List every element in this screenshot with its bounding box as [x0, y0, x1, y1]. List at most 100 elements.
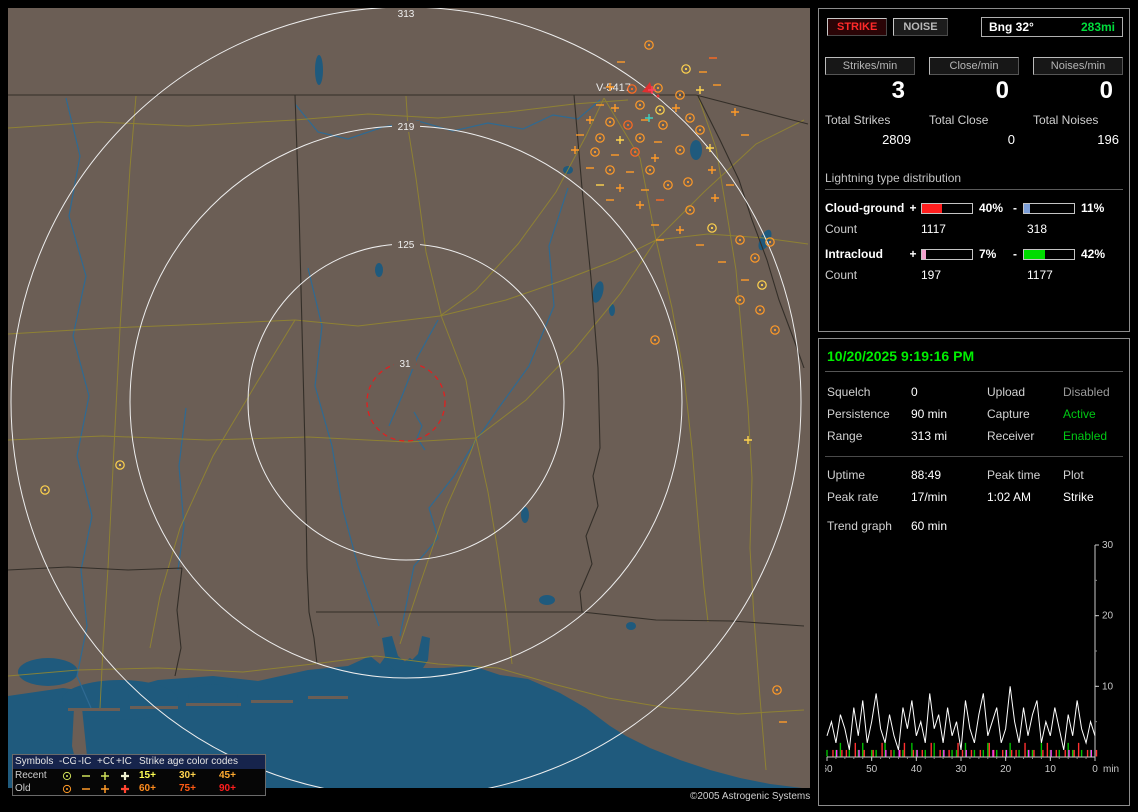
trend-graph: 60 50 40 30 20 10 0 30 20 10 min: [825, 540, 1119, 775]
strike-cg-dot: [678, 148, 682, 152]
neg-ic-old-icon: [76, 783, 95, 795]
legend-old-label: Old: [15, 783, 31, 794]
age-codes-recent: 15+ 30+ 45+: [135, 770, 265, 781]
persistence-value: 90 min: [911, 407, 948, 421]
peak-time-label: Peak time: [987, 468, 1041, 482]
svg-text:20: 20: [1102, 611, 1114, 622]
svg-text:10: 10: [1045, 764, 1057, 775]
plus-sign: +: [909, 247, 917, 261]
ic-positive-gauge: [921, 248, 973, 260]
pos-ic-old-icon: [114, 783, 135, 795]
cg-positive-gauge: [921, 202, 973, 214]
svg-text:10: 10: [1102, 681, 1114, 692]
legend-col-pos-cg: +CG: [95, 755, 118, 769]
strike-cg-dot: [608, 168, 612, 172]
trend-window-value: 60 min: [911, 519, 948, 533]
age-codes-old: 60+ 75+ 90+: [135, 783, 265, 794]
age-code: 45+: [219, 770, 236, 781]
legend-symbols-header: Symbols: [13, 755, 57, 769]
ic-negative-pct: 42%: [1081, 247, 1106, 261]
range-value: 313 mi: [911, 429, 948, 443]
intracloud-count-row: Count 197 1177: [825, 268, 1123, 282]
strike-cg-dot: [118, 463, 122, 467]
ic-positive-pct: 7%: [979, 247, 997, 261]
map-legend: Symbols -CG -IC +CG +IC Strike age color…: [12, 754, 266, 796]
close-per-min-value: 0: [995, 77, 1009, 104]
strike-cg-dot: [658, 108, 662, 112]
plot-value: Strike: [1063, 490, 1094, 504]
cloud-ground-count-row: Count 1117 318: [825, 222, 1123, 236]
strike-cg-dot: [768, 240, 772, 244]
receiver-status: Enabled: [1063, 429, 1108, 443]
capture-status: Active: [1063, 407, 1096, 421]
strike-cg-dot: [710, 226, 714, 230]
peak-rate-label: Peak rate: [827, 490, 879, 504]
lightning-map[interactable]: 313 219 125 31 V-5417: [8, 8, 810, 788]
noise-button[interactable]: NOISE: [893, 18, 948, 36]
strike-cg-dot: [760, 283, 764, 287]
divider: [825, 456, 1123, 457]
info-grid: Uptime 88:49 Peak time Plot Peak rate 17…: [825, 468, 1123, 504]
minus-sign: -: [1013, 247, 1017, 261]
squelch-value: 0: [911, 385, 918, 399]
legend-recent-label: Recent: [15, 770, 47, 781]
cg-negative-count: 318: [1027, 222, 1048, 236]
ring-label-31: 31: [399, 359, 411, 370]
ic-negative-gauge: [1023, 248, 1075, 260]
strike-cg-dot: [775, 688, 779, 692]
peak-rate-value: 17/min: [911, 490, 948, 504]
plot-label: Plot: [1063, 468, 1084, 482]
ic-negative-count: 1177: [1027, 268, 1053, 282]
bearing-readout: Bng 32° 283mi: [981, 17, 1123, 37]
cg-negative-gauge: [1023, 202, 1075, 214]
statistics-panel: STRIKE NOISE Bng 32° 283mi Strikes/min C…: [818, 8, 1130, 332]
cg-positive-pct: 40%: [979, 201, 1004, 215]
persistence-label: Persistence: [827, 407, 890, 421]
copyright-text: ©2005 Astrogenic Systems: [690, 791, 811, 802]
strike-cg-dot: [626, 123, 630, 127]
strikes-per-min-label: Strikes/min: [825, 57, 915, 75]
distribution-title: Lightning type distribution: [825, 171, 1123, 190]
strike-cg-dot: [688, 208, 692, 212]
svg-text:0: 0: [1092, 764, 1098, 775]
plus-sign: +: [909, 201, 917, 215]
capture-label: Capture: [987, 407, 1030, 421]
total-close-value: 0: [1007, 132, 1015, 147]
storm-cell-label: V-5417: [596, 82, 631, 94]
count-label: Count: [825, 222, 858, 236]
legend-col-neg-ic: -IC: [76, 755, 95, 769]
strike-cg-dot: [738, 238, 742, 242]
strike-cg-dot: [647, 43, 651, 47]
intracloud-label: Intracloud: [825, 247, 884, 261]
strike-button[interactable]: STRIKE: [827, 18, 888, 36]
receiver-label: Receiver: [987, 429, 1035, 443]
legend-col-neg-cg: -CG: [57, 755, 78, 769]
bearing-value: Bng 32°: [989, 20, 1034, 34]
neg-cg-old-icon: [57, 783, 76, 795]
strike-cg-dot: [648, 168, 652, 172]
upload-status: Disabled: [1063, 385, 1110, 399]
ring-label-125: 125: [398, 240, 415, 251]
strike-cg-dot: [738, 298, 742, 302]
strike-cg-dot: [653, 338, 657, 342]
uptime-value: 88:49: [911, 468, 942, 482]
neg-cg-recent-icon: [57, 770, 76, 782]
strike-cg-dot: [633, 150, 637, 154]
strike-cg-dot: [661, 123, 665, 127]
strike-cg-dot: [630, 87, 634, 91]
cg-positive-count: 1117: [921, 222, 946, 236]
age-code: 75+: [179, 783, 196, 794]
cg-negative-pct: 11%: [1081, 201, 1105, 215]
total-noises-value: 196: [1097, 132, 1119, 147]
total-noises: Total Noises 196: [1033, 113, 1123, 147]
strike-cg-dot: [666, 183, 670, 187]
total-strikes-label: Total Strikes: [825, 113, 891, 127]
strike-cg-dot: [43, 488, 47, 492]
svg-text:40: 40: [911, 764, 923, 775]
peak-time-value: 1:02 AM: [987, 490, 1032, 504]
status-panel: 10/20/2025 9:19:16 PM Squelch 0 Upload D…: [818, 338, 1130, 806]
strike-cg-dot: [598, 136, 602, 140]
strike-cg-dot: [678, 93, 682, 97]
total-noises-label: Total Noises: [1033, 113, 1099, 127]
total-strikes-value: 2809: [882, 132, 911, 147]
